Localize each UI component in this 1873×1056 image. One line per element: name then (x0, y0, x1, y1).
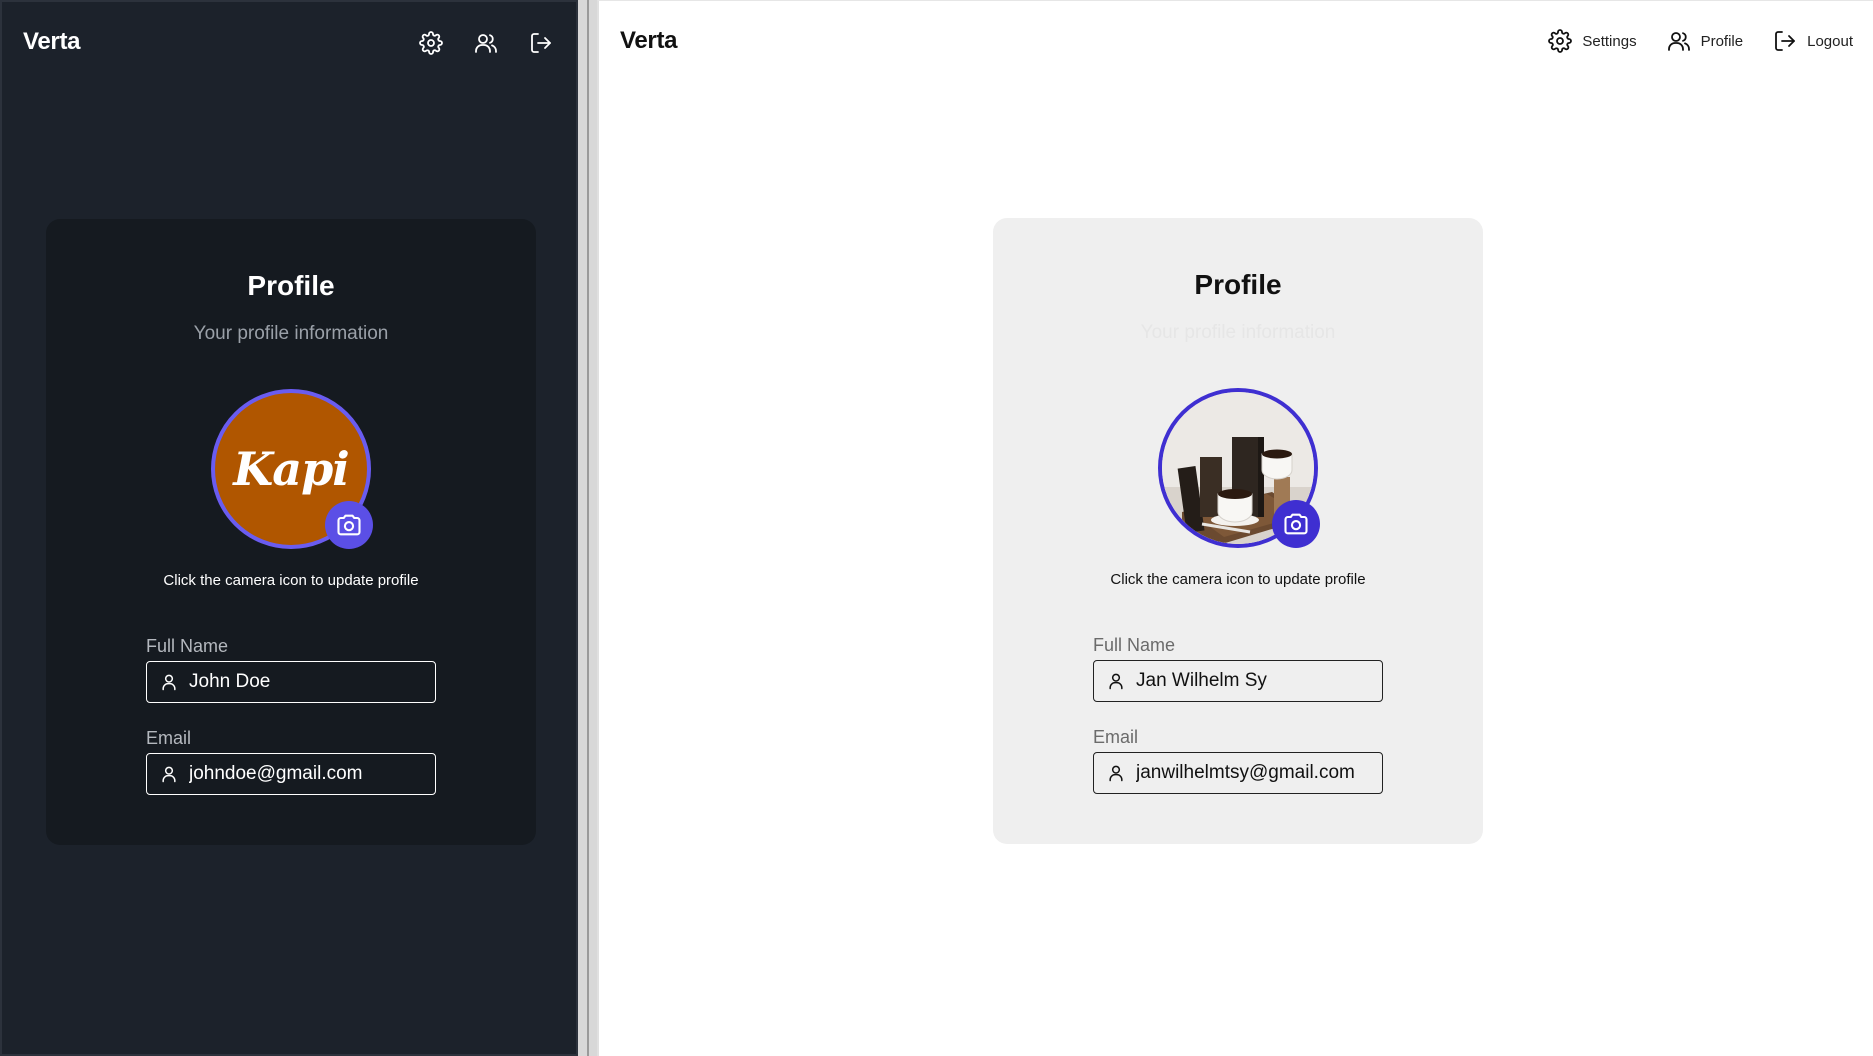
avatar-container (1158, 388, 1320, 548)
light-header: Verta Settings Profile Logout (599, 1, 1873, 85)
logout-icon (531, 33, 551, 53)
full-name-label: Full Name (146, 636, 229, 656)
logout-label: Logout (1807, 32, 1853, 50)
full-name-field[interactable] (1093, 660, 1383, 702)
card-subtitle: Your profile information (193, 323, 389, 344)
full-name-input[interactable] (1136, 670, 1376, 692)
profile-button[interactable] (471, 28, 501, 58)
user-icon (1109, 765, 1123, 782)
camera-icon (337, 514, 361, 536)
profile-label: Profile (1700, 32, 1744, 50)
camera-button[interactable] (325, 501, 373, 549)
logout-button[interactable]: Logout (1773, 29, 1853, 53)
card-title: Profile (1194, 269, 1282, 300)
user-icon (162, 674, 176, 691)
gear-icon (1548, 29, 1573, 53)
gear-icon (419, 31, 443, 55)
update-hint: Click the camera icon to update profile (1110, 571, 1366, 588)
email-label: Email (146, 728, 192, 748)
avatar-logo-text: Kapi (233, 442, 349, 496)
profile-button[interactable]: Profile (1667, 29, 1744, 53)
settings-button[interactable] (416, 28, 446, 58)
users-icon (475, 34, 497, 53)
brand-logo[interactable]: Verta (23, 28, 81, 56)
email-input[interactable] (189, 763, 429, 785)
email-label: Email (1093, 727, 1139, 747)
brand-logo[interactable]: Verta (620, 27, 678, 55)
split-divider[interactable] (578, 0, 597, 1056)
settings-button[interactable]: Settings (1548, 29, 1637, 53)
logout-button[interactable] (526, 28, 556, 58)
camera-button[interactable] (1272, 500, 1320, 548)
light-nav: Settings Profile Logout (1518, 29, 1853, 53)
full-name-label: Full Name (1093, 635, 1176, 655)
dark-theme-window: Verta Profile Your profile information K… (0, 0, 578, 1056)
settings-label: Settings (1582, 32, 1637, 50)
full-name-input[interactable] (189, 671, 429, 693)
avatar-container: Kapi (211, 389, 373, 549)
divider-line (587, 0, 589, 1056)
camera-icon (1284, 513, 1308, 535)
dark-header: Verta (2, 2, 576, 86)
profile-card: Profile Your profile information Kapi Cl… (46, 219, 536, 845)
card-subtitle: Your profile information (1140, 322, 1336, 343)
logout-icon (1775, 31, 1796, 51)
user-icon (1109, 673, 1123, 690)
update-hint: Click the camera icon to update profile (163, 572, 419, 589)
email-field[interactable] (1093, 752, 1383, 794)
card-title: Profile (247, 270, 335, 301)
profile-card: Profile Your profile information Click t… (993, 218, 1483, 844)
users-icon (1667, 32, 1690, 51)
email-input[interactable] (1136, 762, 1376, 784)
full-name-field[interactable] (146, 661, 436, 703)
light-theme-window: Verta Settings Profile Logout Profile Yo… (597, 0, 1873, 1056)
user-icon (162, 766, 176, 783)
email-field[interactable] (146, 753, 436, 795)
